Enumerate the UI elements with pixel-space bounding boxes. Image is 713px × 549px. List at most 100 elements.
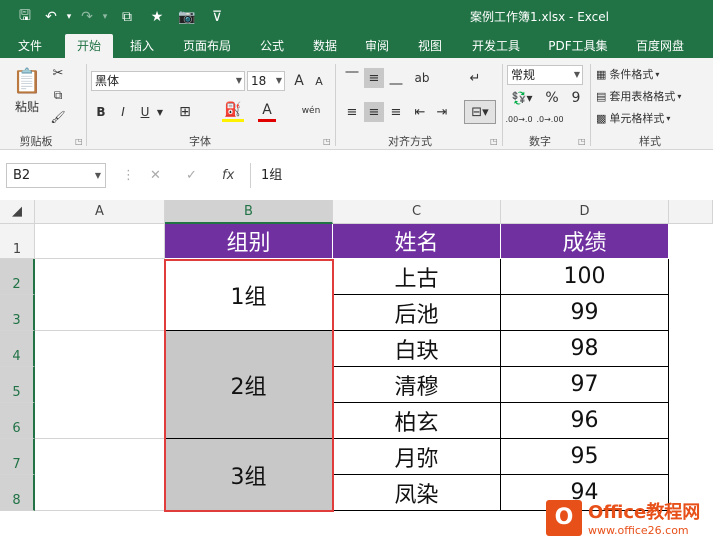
format-as-table-button[interactable]: ▤ 套用表格格式 ▾ xyxy=(596,87,712,105)
cell-a1[interactable] xyxy=(35,224,165,259)
grow-font-icon[interactable]: A xyxy=(290,71,308,91)
bold-button[interactable]: B xyxy=(93,102,109,122)
increase-decimal-icon[interactable]: .00→.0 xyxy=(505,110,532,128)
redo-dropdown-icon[interactable]: ▾ xyxy=(98,2,112,32)
shrink-font-icon[interactable]: A xyxy=(310,71,328,91)
row-header-8[interactable]: 8 xyxy=(0,475,35,511)
name-cell[interactable]: 柏玄 xyxy=(333,403,501,439)
alignment-launcher-icon[interactable]: ◳ xyxy=(490,137,498,146)
tab-file[interactable]: 文件 xyxy=(10,34,50,58)
cell-a7[interactable] xyxy=(35,439,165,511)
cell-a4[interactable] xyxy=(35,331,165,439)
group-cell-3[interactable]: 3组 xyxy=(165,439,333,511)
tab-baidu-netdisk[interactable]: 百度网盘 xyxy=(628,34,692,58)
borders-icon[interactable]: ⊞ xyxy=(174,102,196,122)
enter-icon[interactable]: ✓ xyxy=(186,163,197,188)
row-header-1[interactable]: 1 xyxy=(0,224,35,259)
cancel-icon[interactable]: ✕ xyxy=(150,163,161,188)
column-header-d[interactable]: D xyxy=(501,200,669,224)
decrease-indent-icon[interactable]: ⇤ xyxy=(410,102,430,122)
font-launcher-icon[interactable]: ◳ xyxy=(323,137,331,146)
underline-dropdown-icon[interactable]: ▼ xyxy=(155,102,165,122)
name-cell[interactable]: 清穆 xyxy=(333,367,501,403)
undo-icon[interactable]: ↶ xyxy=(40,2,62,32)
column-header-c[interactable]: C xyxy=(333,200,501,224)
column-header-b[interactable]: B xyxy=(165,200,333,224)
tab-review[interactable]: 审阅 xyxy=(357,34,397,58)
score-cell[interactable]: 96 xyxy=(501,403,669,439)
align-middle-icon[interactable]: ≡ xyxy=(364,68,384,88)
name-cell[interactable]: 上古 xyxy=(333,259,501,295)
merge-center-icon[interactable]: ⊟▾ xyxy=(464,100,496,124)
font-color-icon[interactable]: A xyxy=(258,100,276,122)
tab-home[interactable]: 开始 xyxy=(65,34,113,58)
tab-view[interactable]: 视图 xyxy=(410,34,450,58)
row-header-2[interactable]: 2 xyxy=(0,259,35,295)
customize-qat-icon[interactable]: ⊽ xyxy=(202,2,232,32)
percent-button[interactable]: % xyxy=(542,88,562,108)
cell-a2[interactable] xyxy=(35,259,165,331)
score-cell[interactable]: 99 xyxy=(501,295,669,331)
row-header-5[interactable]: 5 xyxy=(0,367,35,403)
name-box[interactable]: B2 ▼ xyxy=(6,163,106,188)
column-header-e[interactable] xyxy=(669,200,713,224)
select-all-corner[interactable]: ◢ xyxy=(0,200,35,224)
name-cell[interactable]: 白玦 xyxy=(333,331,501,367)
cut-icon[interactable]: ✂ xyxy=(48,64,68,82)
number-launcher-icon[interactable]: ◳ xyxy=(578,137,586,146)
undo-dropdown-icon[interactable]: ▾ xyxy=(62,2,76,32)
copy-icon[interactable]: ⧉ xyxy=(48,86,68,104)
italic-button[interactable]: I xyxy=(115,102,131,122)
group-cell-2[interactable]: 2组 xyxy=(165,331,333,439)
redo-icon[interactable]: ↷ xyxy=(76,2,98,32)
camera-icon[interactable]: 📷 xyxy=(172,2,202,32)
score-cell[interactable]: 100 xyxy=(501,259,669,295)
save-icon[interactable]: 🖫 xyxy=(10,2,40,32)
tab-insert[interactable]: 插入 xyxy=(122,34,162,58)
name-cell[interactable]: 月弥 xyxy=(333,439,501,475)
formula-input[interactable]: 1组 xyxy=(250,163,713,188)
number-format-select[interactable]: 常规 ▼ xyxy=(507,65,583,85)
conditional-formatting-button[interactable]: ▦ 条件格式 ▾ xyxy=(596,65,706,83)
align-right-icon[interactable]: ≡ xyxy=(386,102,406,122)
align-center-icon[interactable]: ≡ xyxy=(364,102,384,122)
favorite-icon[interactable]: ★ xyxy=(142,2,172,32)
tab-formulas[interactable]: 公式 xyxy=(252,34,292,58)
row-header-6[interactable]: 6 xyxy=(0,403,35,439)
score-cell[interactable]: 97 xyxy=(501,367,669,403)
row-header-7[interactable]: 7 xyxy=(0,439,35,475)
header-cell-group[interactable]: 组别 xyxy=(165,224,333,259)
fill-color-icon[interactable]: ⛽ xyxy=(222,100,244,122)
name-cell[interactable]: 凤染 xyxy=(333,475,501,511)
align-top-icon[interactable]: ⎺ xyxy=(342,68,362,88)
underline-button[interactable]: U xyxy=(137,102,153,122)
increase-indent-icon[interactable]: ⇥ xyxy=(432,102,452,122)
decrease-decimal-icon[interactable]: .0→.00 xyxy=(536,110,563,128)
header-cell-score[interactable]: 成绩 xyxy=(501,224,669,259)
tab-developer[interactable]: 开发工具 xyxy=(464,34,528,58)
name-cell[interactable]: 后池 xyxy=(333,295,501,331)
tab-page-layout[interactable]: 页面布局 xyxy=(176,34,238,58)
font-size-select[interactable]: 18 ▼ xyxy=(247,71,285,91)
group-cell-1[interactable]: 1组 xyxy=(165,259,333,331)
format-painter-icon[interactable]: 🖌 xyxy=(48,108,68,126)
insert-function-icon[interactable]: fx xyxy=(222,163,234,188)
tab-data[interactable]: 数据 xyxy=(305,34,345,58)
tab-pdf-tools[interactable]: PDF工具集 xyxy=(542,34,614,58)
quick-action-icon[interactable]: ⧉ xyxy=(112,2,142,32)
row-header-4[interactable]: 4 xyxy=(0,331,35,367)
score-cell[interactable]: 95 xyxy=(501,439,669,475)
cell-styles-button[interactable]: ▩ 单元格样式 ▾ xyxy=(596,109,706,127)
phonetic-icon[interactable]: wén xyxy=(300,100,322,122)
column-header-a[interactable]: A xyxy=(35,200,165,224)
header-cell-name[interactable]: 姓名 xyxy=(333,224,501,259)
paste-label[interactable]: 粘贴 xyxy=(10,98,44,114)
font-name-select[interactable]: 黑体 ▼ xyxy=(91,71,245,91)
orientation-icon[interactable]: ab xyxy=(410,68,434,88)
align-bottom-icon[interactable]: ⎽ xyxy=(386,68,406,88)
accounting-format-icon[interactable]: 💱▾ xyxy=(507,88,537,108)
paste-icon[interactable]: 📋 xyxy=(10,64,44,98)
align-left-icon[interactable]: ≡ xyxy=(342,102,362,122)
clipboard-launcher-icon[interactable]: ◳ xyxy=(75,137,83,146)
wrap-text-icon[interactable]: ↵ xyxy=(464,68,486,88)
